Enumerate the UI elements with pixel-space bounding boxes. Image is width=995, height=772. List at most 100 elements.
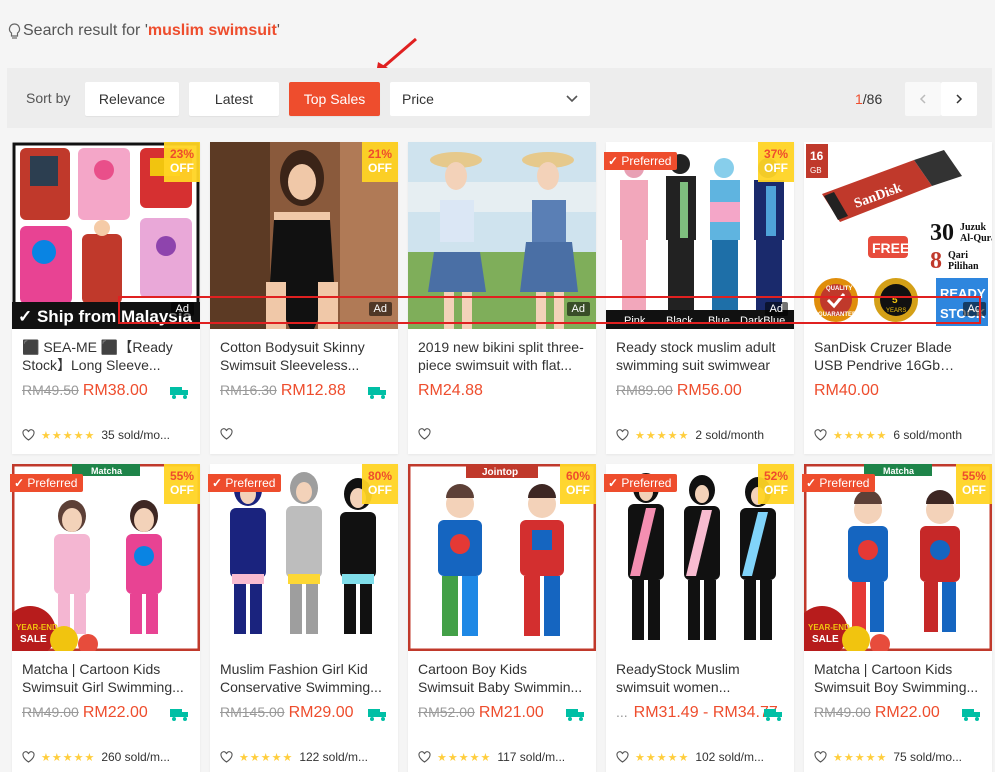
free-shipping-icon: [368, 709, 386, 721]
rating-row: ★★★★★ 260 sold/m...: [22, 750, 192, 764]
product-title[interactable]: Muslim Fashion Girl Kid Conservative Swi…: [220, 660, 388, 696]
chevron-right-icon: [956, 94, 963, 104]
original-price: RM16.30: [220, 382, 277, 398]
heart-icon[interactable]: [22, 429, 35, 441]
quran-label: Al-Quran: [960, 233, 992, 244]
rating-row: ★★★★★ 122 sold/m...: [220, 750, 390, 764]
product-title[interactable]: SanDisk Cruzer Blade USB Pendrive 16Gb (…: [814, 338, 982, 374]
page-indicator: 1/86: [855, 91, 882, 107]
price-row: RM40.00: [814, 382, 982, 400]
discount-percent: 37%: [763, 147, 789, 161]
rating-row: ★★★★★ 75 sold/mo...: [814, 750, 984, 764]
product-card[interactable]: Preferred 52%OFF ReadyStock Muslim swims…: [604, 464, 794, 772]
free-shipping-icon: [962, 709, 980, 721]
product-title[interactable]: ReadyStock Muslim swimsuit women...: [616, 660, 784, 696]
product-card[interactable]: Preferred 80%OFF Muslim Fashion Girl Kid…: [208, 464, 398, 772]
sold-count: 122 sold/m...: [299, 750, 369, 764]
sold-count: 260 sold/m...: [101, 750, 171, 764]
rating-row: ★★★★★ 102 sold/m...: [616, 750, 786, 764]
chevron-down-icon: [566, 95, 578, 103]
sort-price-select[interactable]: Price: [390, 82, 590, 116]
original-price: RM89.00: [616, 382, 673, 398]
heart-icon[interactable]: [220, 751, 233, 763]
price-row: ... RM31.49 - RM34.77: [616, 704, 784, 722]
quran-juzuk-label: Juzuk: [960, 222, 987, 233]
sold-count: 2 sold/month: [695, 428, 765, 442]
heart-icon[interactable]: [418, 428, 431, 440]
heart-icon[interactable]: [814, 429, 827, 441]
next-page-button[interactable]: [941, 82, 977, 116]
sold-count: 6 sold/month: [893, 428, 963, 442]
discount-badge: 55% OFF: [956, 464, 992, 504]
sale-price: RM12.88: [280, 382, 346, 399]
search-suffix: ': [276, 22, 280, 39]
product-title[interactable]: 2019 new bikini split three-piece swimsu…: [418, 338, 586, 374]
rating-row: [220, 428, 390, 440]
prev-page-button[interactable]: [905, 82, 941, 116]
brand-banner: Matcha: [883, 466, 915, 476]
discount-percent: 55%: [169, 469, 195, 483]
search-result-header: Search result for ' muslim swimsuit ': [8, 22, 280, 40]
price-row: RM16.30 RM12.88: [220, 382, 388, 400]
sort-relevance-button[interactable]: Relevance: [85, 82, 179, 116]
rating-stars: ★★★★★: [833, 751, 888, 764]
product-title[interactable]: Matcha | Cartoon Kids Swimsuit Boy Swimm…: [814, 660, 982, 696]
preferred-badge: Preferred: [604, 152, 678, 170]
product-card[interactable]: Jointop 60% OFF Cartoon Boy Kids Swimsuit…: [408, 464, 596, 772]
price-select-label: Price: [402, 91, 434, 107]
heart-icon[interactable]: [418, 751, 431, 763]
preferred-badge: Preferred: [10, 474, 84, 492]
sort-bar: Sort by Relevance Latest Top Sales Price…: [7, 68, 992, 128]
rating-row: ★★★★★ 117 sold/m...: [418, 750, 588, 764]
discount-badge: 21% OFF: [362, 142, 398, 182]
rating-stars: ★★★★★: [41, 429, 96, 442]
product-card[interactable]: Matcha YEAR-END SALE Preferred 55%OFF Ma…: [10, 464, 200, 772]
rating-stars: ★★★★★: [239, 751, 294, 764]
brand-banner: Jointop: [482, 467, 518, 478]
rating-row: [418, 428, 588, 440]
price-row: RM24.88: [418, 382, 586, 400]
free-shipping-icon: [764, 709, 782, 721]
heart-icon[interactable]: [220, 428, 233, 440]
sale-label: SALE: [812, 634, 839, 645]
sale-price: RM24.88: [418, 382, 483, 399]
product-card[interactable]: Matcha YEAR-END SALE Preferred 55%OFF Ma…: [802, 464, 992, 772]
discount-off-label: OFF: [764, 483, 788, 497]
original-price: RM49.50: [22, 382, 79, 398]
price-row: RM49.00 RM22.00: [814, 704, 982, 722]
sold-count: 117 sold/m...: [497, 750, 566, 764]
qari-label: Qari: [948, 250, 968, 261]
heart-icon[interactable]: [814, 751, 827, 763]
heart-icon[interactable]: [616, 429, 629, 441]
original-price: RM145.00: [220, 704, 285, 720]
product-title[interactable]: Matcha | Cartoon Kids Swimsuit Girl Swim…: [22, 660, 190, 696]
price-row: RM89.00 RM56.00: [616, 382, 784, 400]
free-shipping-icon: [368, 387, 386, 399]
sold-count: 35 sold/mo...: [101, 428, 171, 442]
sold-count: 75 sold/mo...: [893, 750, 963, 764]
product-title[interactable]: Cotton Bodysuit Skinny Swimsuit Sleevele…: [220, 338, 388, 374]
search-keyword: muslim swimsuit: [147, 22, 277, 39]
price-row: RM52.00 RM21.00: [418, 704, 586, 722]
product-title[interactable]: Ready stock muslim adult swimming suit s…: [616, 338, 784, 374]
free-shipping-icon: [170, 387, 188, 399]
discount-badge: 55% OFF: [164, 464, 200, 504]
sale-price: RM31.49 - RM34.77: [633, 704, 778, 721]
rating-stars: ★★★★★: [833, 429, 888, 442]
quality-seal-top: QUALITY: [826, 286, 852, 292]
sort-latest-button[interactable]: Latest: [189, 82, 279, 116]
sort-by-label: Sort by: [26, 90, 71, 106]
original-price: RM49.00: [22, 704, 79, 720]
sort-top-sales-button[interactable]: Top Sales: [289, 82, 380, 116]
preferred-badge: Preferred: [604, 474, 678, 492]
product-title[interactable]: ⬛ SEA-ME ⬛【Ready Stock】Long Sleeve...: [22, 338, 190, 374]
discount-badge: 80% OFF: [362, 464, 398, 504]
price-row: RM49.00 RM22.00: [22, 704, 190, 722]
discount-badge: 37% OFF: [758, 142, 794, 182]
product-title[interactable]: Cartoon Boy Kids Swimsuit Baby Swimmin..…: [418, 660, 586, 696]
discount-percent: 55%: [961, 469, 987, 483]
heart-icon[interactable]: [616, 751, 629, 763]
heart-icon[interactable]: [22, 751, 35, 763]
year-end-label: YEAR-END: [16, 623, 58, 632]
sale-price: RM38.00: [82, 382, 148, 399]
